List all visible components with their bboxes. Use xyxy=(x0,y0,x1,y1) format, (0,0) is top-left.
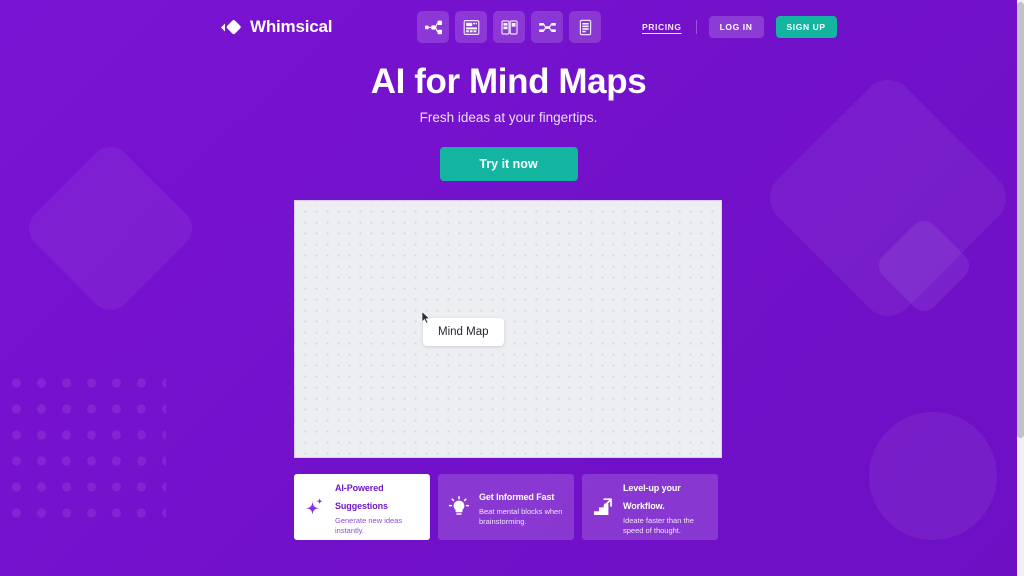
brand-name: Whimsical xyxy=(250,17,333,36)
tool-button-mind-map[interactable] xyxy=(417,11,449,43)
tool-button-board[interactable] xyxy=(493,11,525,43)
cta-container: Try it now xyxy=(0,147,1017,181)
nav-divider xyxy=(695,20,697,34)
mind-map-icon xyxy=(424,18,443,37)
feature-card-desc: Beat mental blocks when brainstorming. xyxy=(479,507,563,526)
sparkle-icon xyxy=(302,494,328,520)
feature-card-text: AI-Powered Suggestions Generate new idea… xyxy=(335,478,421,536)
cursor-arrow-icon xyxy=(421,310,431,324)
tool-button-document[interactable] xyxy=(569,11,601,43)
board-icon xyxy=(500,18,519,37)
stairs-arrow-icon xyxy=(590,494,616,520)
document-icon xyxy=(576,18,595,37)
feature-card-title: Level-up your Workflow. xyxy=(623,483,681,511)
feature-card-text: Level-up your Workflow. Ideate faster th… xyxy=(623,478,709,536)
feature-card-title: AI-Powered Suggestions xyxy=(335,483,388,511)
feature-card-desc: Generate new ideas instantly. xyxy=(335,516,403,535)
feature-card-level-up[interactable]: Level-up your Workflow. Ideate faster th… xyxy=(582,474,718,540)
try-it-now-button[interactable]: Try it now xyxy=(439,147,578,181)
tool-button-group xyxy=(417,11,601,43)
brand-logo[interactable]: Whimsical xyxy=(220,17,332,37)
page-title: AI for Mind Maps xyxy=(370,62,647,101)
log-in-button[interactable]: LOG IN xyxy=(708,16,764,38)
flowchart-icon xyxy=(538,18,557,37)
tool-button-flowchart[interactable] xyxy=(531,11,563,43)
canvas-preview[interactable]: Mind Map xyxy=(294,200,722,458)
feature-card-get-informed[interactable]: Get Informed Fast Beat mental blocks whe… xyxy=(438,474,574,540)
page-root: Whimsical PRICING LOG IN SIGN UP AI for … xyxy=(0,0,1024,576)
mind-map-node[interactable]: Mind Map xyxy=(423,318,504,346)
feature-card-list: AI-Powered Suggestions Generate new idea… xyxy=(294,474,722,540)
tool-button-wireframe[interactable] xyxy=(455,11,487,43)
feature-card-desc: Ideate faster than the speed of thought. xyxy=(623,516,694,535)
feature-card-text: Get Informed Fast Beat mental blocks whe… xyxy=(479,487,565,527)
wireframe-icon xyxy=(462,18,481,37)
feature-card-title: Get Informed Fast xyxy=(479,492,555,502)
lightbulb-icon xyxy=(446,494,472,520)
feature-card-ai-suggestions[interactable]: AI-Powered Suggestions Generate new idea… xyxy=(294,474,430,540)
vertical-scrollbar-track[interactable] xyxy=(1017,0,1024,576)
vertical-scrollbar-thumb[interactable] xyxy=(1017,2,1024,438)
page-subtitle: Fresh ideas at your fingertips. xyxy=(419,110,598,125)
nav-actions: PRICING LOG IN SIGN UP xyxy=(640,16,837,38)
hero-section: AI for Mind Maps Fresh ideas at your fin… xyxy=(0,60,1017,125)
top-navigation: Whimsical PRICING LOG IN SIGN UP xyxy=(0,0,1017,54)
whimsical-diamond-logo-icon xyxy=(220,19,242,36)
pricing-link[interactable]: PRICING xyxy=(640,18,684,36)
sign-up-button[interactable]: SIGN UP xyxy=(775,16,837,38)
